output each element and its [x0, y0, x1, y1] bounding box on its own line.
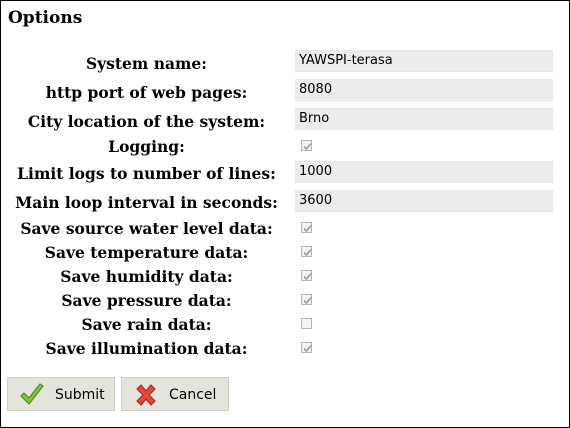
- http-port-input[interactable]: 8080: [295, 79, 553, 101]
- save-rain-checkbox[interactable]: [301, 318, 312, 329]
- page-title: Options: [8, 8, 83, 28]
- save-pressure-checkbox[interactable]: [301, 294, 312, 305]
- logging-label: Logging:: [108, 137, 185, 156]
- save-source-water-label: Save source water level data:: [20, 219, 273, 238]
- save-illumination-checkbox[interactable]: [301, 342, 312, 353]
- main-loop-interval-label: Main loop interval in seconds:: [15, 193, 278, 212]
- system-name-input[interactable]: YAWSPI-terasa: [295, 50, 553, 72]
- limit-logs-label: Limit logs to number of lines:: [17, 164, 276, 183]
- cancel-button-label: Cancel: [169, 387, 217, 403]
- limit-logs-input[interactable]: 1000: [295, 161, 553, 183]
- save-humidity-label: Save humidity data:: [60, 267, 233, 286]
- http-port-label: http port of web pages:: [45, 83, 248, 102]
- cross-icon: [136, 384, 156, 406]
- checkmark-icon: [20, 383, 44, 405]
- cancel-button[interactable]: Cancel: [121, 377, 229, 411]
- save-temperature-label: Save temperature data:: [44, 243, 249, 262]
- main-loop-interval-input[interactable]: 3600: [295, 190, 553, 212]
- save-temperature-checkbox[interactable]: [301, 246, 312, 257]
- save-source-water-checkbox[interactable]: [301, 222, 312, 233]
- city-location-label: City location of the system:: [27, 112, 266, 131]
- submit-button-label: Submit: [55, 387, 105, 403]
- city-location-input[interactable]: Brno: [295, 108, 553, 130]
- logging-checkbox[interactable]: [301, 140, 312, 151]
- save-pressure-label: Save pressure data:: [61, 291, 232, 310]
- options-panel: Options System name: YAWSPI-terasa http …: [0, 0, 570, 428]
- save-rain-label: Save rain data:: [81, 315, 212, 334]
- system-name-label: System name:: [85, 54, 208, 73]
- save-illumination-label: Save illumination data:: [45, 339, 248, 358]
- submit-button[interactable]: Submit: [7, 377, 115, 411]
- save-humidity-checkbox[interactable]: [301, 270, 312, 281]
